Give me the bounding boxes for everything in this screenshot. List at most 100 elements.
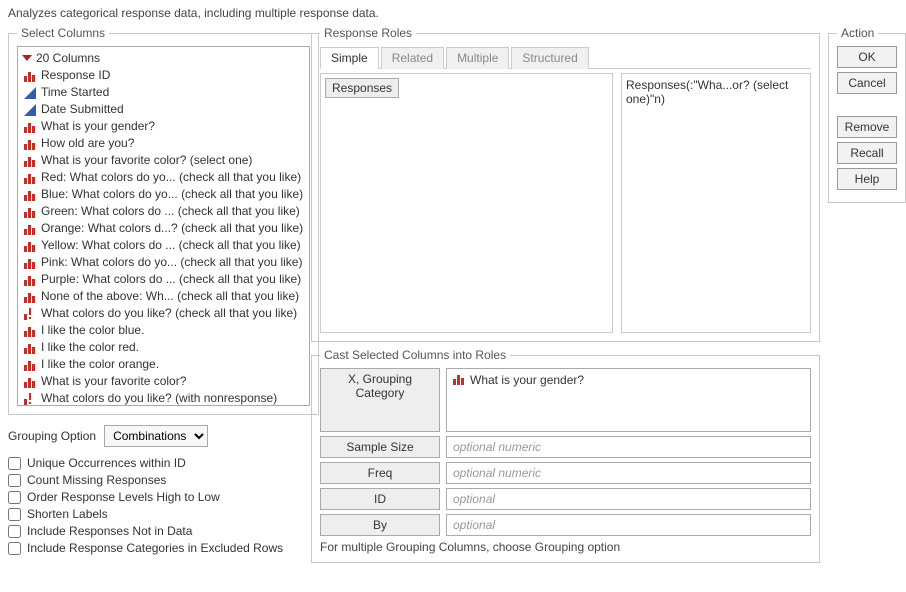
columns-listbox[interactable]: 20 Columns Response IDTime StartedDate S… (17, 46, 310, 406)
select-columns-legend: Select Columns (17, 26, 109, 40)
tab-multiple[interactable]: Multiple (446, 47, 509, 69)
description-text: Analyzes categorical response data, incl… (8, 6, 898, 20)
roles-output-text: Responses(:"Wha...or? (select one)"n) (626, 78, 788, 106)
cast-legend: Cast Selected Columns into Roles (320, 348, 510, 362)
roles-output-box[interactable]: Responses(:"Wha...or? (select one)"n) (621, 73, 811, 333)
help-button[interactable]: Help (837, 168, 897, 190)
column-item[interactable]: What is your favorite color? (22, 373, 305, 390)
tab-structured[interactable]: Structured (511, 47, 588, 69)
cast-dropzone[interactable]: What is your gender? (446, 368, 811, 432)
nominal-icon (24, 274, 36, 286)
option-checkbox-label: Unique Occurrences within ID (27, 456, 186, 470)
tab-simple[interactable]: Simple (320, 47, 379, 69)
column-item[interactable]: Orange: What colors d...? (check all tha… (22, 220, 305, 237)
column-item-label: How old are you? (41, 135, 134, 152)
nominal-icon (24, 189, 36, 201)
column-item[interactable]: Blue: What colors do yo... (check all th… (22, 186, 305, 203)
column-item[interactable]: Red: What colors do yo... (check all tha… (22, 169, 305, 186)
cancel-button[interactable]: Cancel (837, 72, 897, 94)
column-item[interactable]: Pink: What colors do yo... (check all th… (22, 254, 305, 271)
column-item-label: I like the color blue. (41, 322, 144, 339)
nominal-icon (24, 155, 36, 167)
cast-button[interactable]: Sample Size (320, 436, 440, 458)
column-item[interactable]: What is your gender? (22, 118, 305, 135)
columns-count-row[interactable]: 20 Columns (22, 49, 305, 67)
nominal-icon (24, 325, 36, 337)
option-checkbox-label: Order Response Levels High to Low (27, 490, 220, 504)
column-item[interactable]: What colors do you like? (check all that… (22, 305, 305, 322)
dropdown-icon (22, 55, 32, 61)
nominal-icon (24, 291, 36, 303)
column-item-label: What is your favorite color? (41, 373, 186, 390)
remove-button[interactable]: Remove (837, 116, 897, 138)
recall-button[interactable]: Recall (837, 142, 897, 164)
column-item[interactable]: None of the above: Wh... (check all that… (22, 288, 305, 305)
grouping-option-select[interactable]: Combinations (104, 425, 208, 447)
select-columns-panel: Select Columns 20 Columns Response IDTim… (8, 26, 319, 415)
column-item[interactable]: I like the color orange. (22, 356, 305, 373)
column-item[interactable]: How old are you? (22, 135, 305, 152)
column-item-label: What colors do you like? (with nonrespon… (41, 390, 277, 406)
column-item-label: Red: What colors do yo... (check all tha… (41, 169, 301, 186)
column-item-label: I like the color orange. (41, 356, 159, 373)
option-checkbox[interactable] (8, 474, 21, 487)
cast-button[interactable]: By (320, 514, 440, 536)
option-checkbox-row[interactable]: Order Response Levels High to Low (8, 490, 303, 504)
continuous-icon (24, 87, 36, 99)
cast-placeholder: optional numeric (453, 440, 541, 454)
cast-dropzone[interactable]: optional numeric (446, 436, 811, 458)
cast-dropzone[interactable]: optional (446, 514, 811, 536)
cast-placeholder: optional numeric (453, 466, 541, 480)
column-item[interactable]: Time Started (22, 84, 305, 101)
column-item-label: None of the above: Wh... (check all that… (41, 288, 299, 305)
column-item[interactable]: I like the color red. (22, 339, 305, 356)
multiple-response-icon (24, 308, 36, 320)
column-item-label: What colors do you like? (check all that… (41, 305, 297, 322)
cast-value-label: What is your gender? (470, 373, 584, 387)
option-checkbox-row[interactable]: Include Responses Not in Data (8, 524, 303, 538)
nominal-icon (24, 121, 36, 133)
column-item-label: Pink: What colors do yo... (check all th… (41, 254, 302, 271)
nominal-icon (24, 206, 36, 218)
column-item[interactable]: Response ID (22, 67, 305, 84)
nominal-icon (453, 373, 465, 385)
column-item[interactable]: What colors do you like? (with nonrespon… (22, 390, 305, 406)
column-item[interactable]: Yellow: What colors do ... (check all th… (22, 237, 305, 254)
cast-placeholder: optional (453, 492, 495, 506)
grouping-option-label: Grouping Option (8, 429, 96, 443)
column-item[interactable]: I like the color blue. (22, 322, 305, 339)
nominal-icon (24, 376, 36, 388)
option-checkbox[interactable] (8, 491, 21, 504)
column-item[interactable]: What is your favorite color? (select one… (22, 152, 305, 169)
ok-button[interactable]: OK (837, 46, 897, 68)
column-item[interactable]: Date Submitted (22, 101, 305, 118)
nominal-icon (24, 240, 36, 252)
option-checkbox-row[interactable]: Count Missing Responses (8, 473, 303, 487)
column-item-label: Yellow: What colors do ... (check all th… (41, 237, 301, 254)
cast-button[interactable]: X, Grouping Category (320, 368, 440, 432)
cast-dropzone[interactable]: optional numeric (446, 462, 811, 484)
cast-button[interactable]: Freq (320, 462, 440, 484)
option-checkbox[interactable] (8, 457, 21, 470)
option-checkbox-row[interactable]: Shorten Labels (8, 507, 303, 521)
response-roles-legend: Response Roles (320, 26, 416, 40)
column-item[interactable]: Green: What colors do ... (check all tha… (22, 203, 305, 220)
tab-related[interactable]: Related (381, 47, 444, 69)
option-checkbox-label: Shorten Labels (27, 507, 108, 521)
option-checkbox[interactable] (8, 525, 21, 538)
option-checkbox-row[interactable]: Include Response Categories in Excluded … (8, 541, 303, 555)
response-roles-panel: Response Roles SimpleRelatedMultipleStru… (311, 26, 820, 342)
cast-dropzone[interactable]: optional (446, 488, 811, 510)
cast-note: For multiple Grouping Columns, choose Gr… (320, 540, 811, 554)
option-checkbox[interactable] (8, 508, 21, 521)
action-panel: Action OKCancel RemoveRecallHelp (828, 26, 906, 203)
columns-count-label: 20 Columns (36, 51, 100, 65)
nominal-icon (24, 342, 36, 354)
option-checkbox[interactable] (8, 542, 21, 555)
multiple-response-icon (24, 393, 36, 405)
responses-button[interactable]: Responses (325, 78, 399, 98)
cast-button[interactable]: ID (320, 488, 440, 510)
option-checkbox-label: Include Response Categories in Excluded … (27, 541, 283, 555)
option-checkbox-row[interactable]: Unique Occurrences within ID (8, 456, 303, 470)
column-item[interactable]: Purple: What colors do ... (check all th… (22, 271, 305, 288)
